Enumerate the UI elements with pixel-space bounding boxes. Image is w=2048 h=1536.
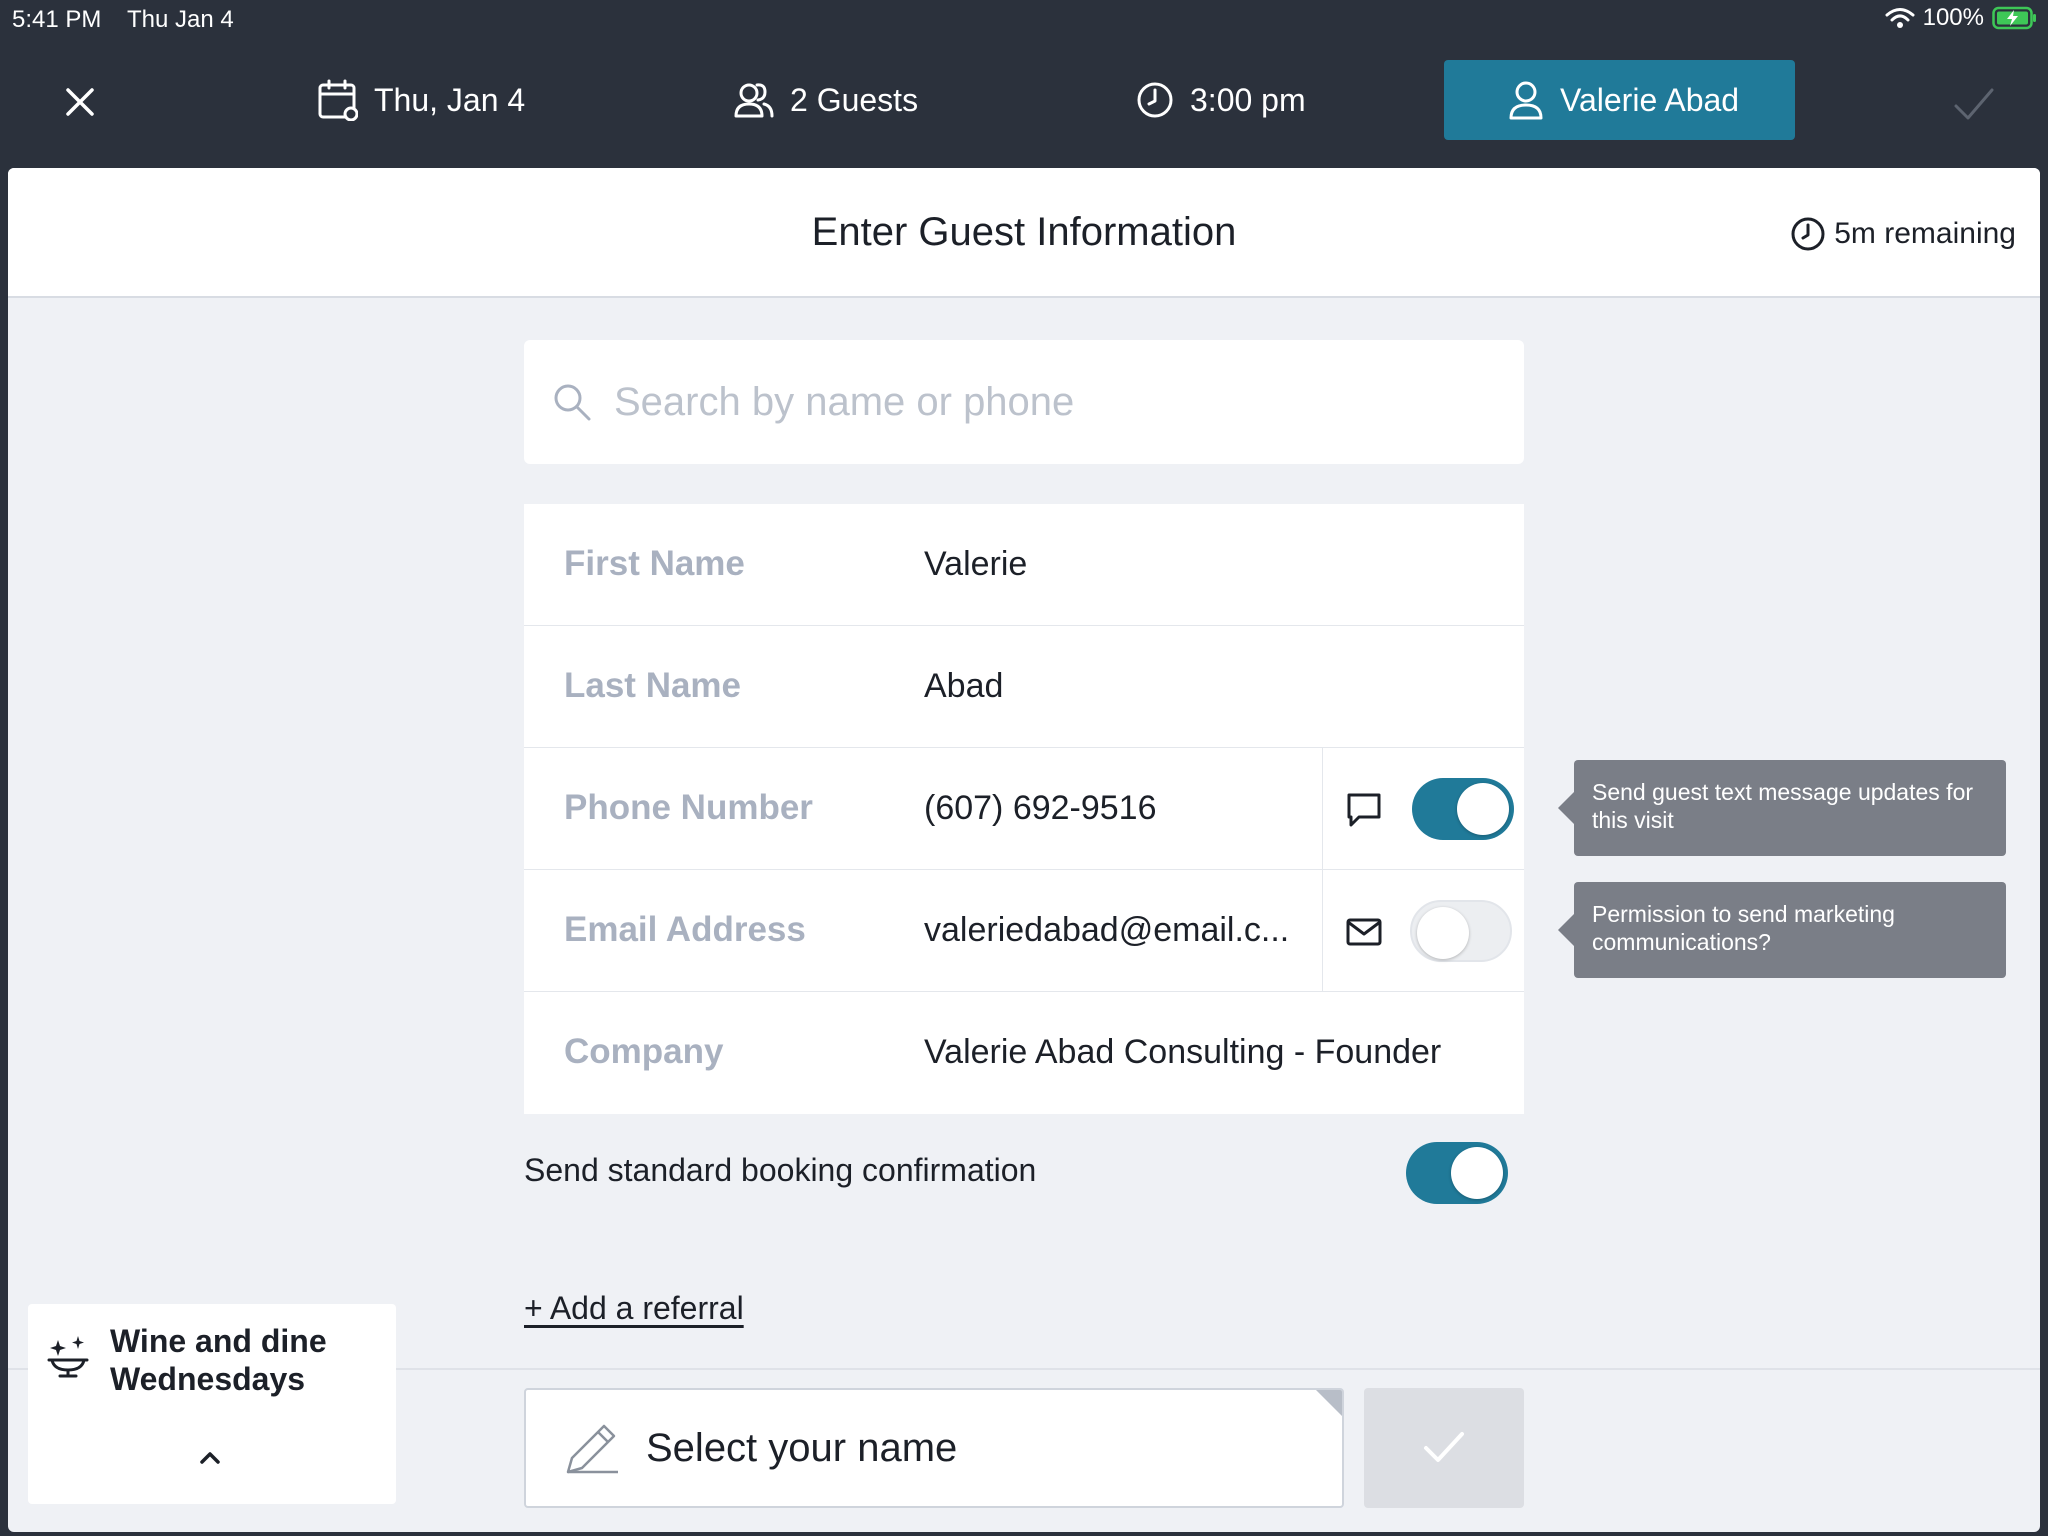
guest-form: First Name Valerie Last Name Abad Phone … xyxy=(524,504,1524,1114)
phone-row[interactable]: Phone Number (607) 692-9516 xyxy=(524,748,1524,870)
nav-guests[interactable]: 2 Guests xyxy=(734,60,918,140)
booking-nav: Thu, Jan 4 2 Guests 3:00 pm Valerie Abad xyxy=(0,40,2048,160)
status-time: 5:41 PM xyxy=(12,6,102,33)
guest-info-panel: Enter Guest Information 5m remaining Fir… xyxy=(8,168,2040,1532)
close-icon xyxy=(66,88,94,116)
first-name-label: First Name xyxy=(564,544,745,583)
nav-date[interactable]: Thu, Jan 4 xyxy=(318,60,525,140)
email-row[interactable]: Email Address valeriedabad@email.c... xyxy=(524,870,1524,992)
nav-guests-label: 2 Guests xyxy=(790,81,919,118)
toggle-knob xyxy=(1451,1147,1503,1199)
timer-clock-icon xyxy=(1791,217,1825,251)
confirm-check-icon[interactable] xyxy=(1950,80,1998,128)
guests-icon xyxy=(734,83,774,118)
toggle-knob xyxy=(1417,907,1469,959)
nav-time[interactable]: 3:00 pm xyxy=(1136,60,1306,140)
toggle-knob xyxy=(1457,783,1509,835)
panel-header: Enter Guest Information 5m remaining xyxy=(8,168,2040,298)
close-button[interactable] xyxy=(56,78,104,126)
check-icon xyxy=(1424,1432,1464,1462)
last-name-field[interactable]: Abad xyxy=(924,667,1003,706)
first-name-field[interactable]: Valerie xyxy=(924,545,1027,584)
phone-divider xyxy=(1322,748,1323,870)
status-bar: 5:41 PM Thu Jan 4 100% xyxy=(0,0,2048,40)
marketing-permission-toggle[interactable] xyxy=(1410,900,1512,962)
user-icon xyxy=(1509,81,1543,120)
wifi-icon xyxy=(1885,8,1915,28)
first-name-row[interactable]: First Name Valerie xyxy=(524,504,1524,626)
chevron-up-icon[interactable] xyxy=(194,1446,226,1470)
sms-tooltip: Send guest text message updates for this… xyxy=(1558,760,2006,856)
page-title: Enter Guest Information xyxy=(811,210,1237,254)
email-field[interactable]: valeriedabad@email.c... xyxy=(924,911,1289,950)
phone-label: Phone Number xyxy=(564,788,813,827)
battery-percent: 100% xyxy=(1922,4,1984,31)
dropdown-corner-indicator xyxy=(1316,1390,1342,1416)
nav-guest-name-label: Valerie Abad xyxy=(1560,81,1740,118)
promo-title: Wine and dine Wednesdays xyxy=(110,1323,327,1397)
time-remaining-label: 5m remaining xyxy=(1834,217,2016,250)
envelope-icon xyxy=(1346,918,1382,946)
last-name-row[interactable]: Last Name Abad xyxy=(524,626,1524,748)
phone-field[interactable]: (607) 692-9516 xyxy=(924,789,1157,828)
booking-confirmation-label: Send standard booking confirmation xyxy=(524,1152,1037,1188)
search-input[interactable] xyxy=(614,379,1474,425)
last-name-label: Last Name xyxy=(564,666,742,705)
nav-guest-name[interactable]: Valerie Abad xyxy=(1444,60,1796,140)
company-field[interactable]: Valerie Abad Consulting - Founder xyxy=(924,1033,1441,1072)
chat-bubble-icon xyxy=(1347,793,1381,827)
booking-confirmation-toggle[interactable] xyxy=(1406,1142,1508,1204)
pencil-icon xyxy=(566,1424,618,1474)
submit-button[interactable] xyxy=(1364,1388,1524,1508)
nav-date-label: Thu, Jan 4 xyxy=(374,81,526,118)
sms-updates-toggle[interactable] xyxy=(1412,778,1514,840)
status-date: Thu Jan 4 xyxy=(127,6,234,33)
company-label: Company xyxy=(564,1032,724,1071)
select-name-label: Select your name xyxy=(646,1425,958,1470)
guest-search-box[interactable] xyxy=(524,340,1524,464)
email-divider xyxy=(1322,870,1323,992)
nav-time-label: 3:00 pm xyxy=(1190,81,1306,118)
add-referral-link[interactable]: + Add a referral xyxy=(524,1290,744,1327)
time-remaining: 5m remaining xyxy=(1790,216,2016,252)
calendar-icon xyxy=(318,79,358,121)
status-indicators: 100% xyxy=(1885,4,2038,32)
marketing-tooltip: Permission to send marketing communicati… xyxy=(1558,882,2006,978)
search-icon xyxy=(554,384,591,421)
company-row[interactable]: Company Valerie Abad Consulting - Founde… xyxy=(524,992,1524,1114)
email-label: Email Address xyxy=(564,910,806,949)
promo-card[interactable]: Wine and dine Wednesdays xyxy=(28,1304,396,1504)
dining-sparkle-icon xyxy=(47,1336,89,1378)
clock-icon xyxy=(1137,82,1173,118)
battery-icon xyxy=(1992,6,2036,30)
select-name-field[interactable]: Select your name xyxy=(524,1388,1344,1508)
